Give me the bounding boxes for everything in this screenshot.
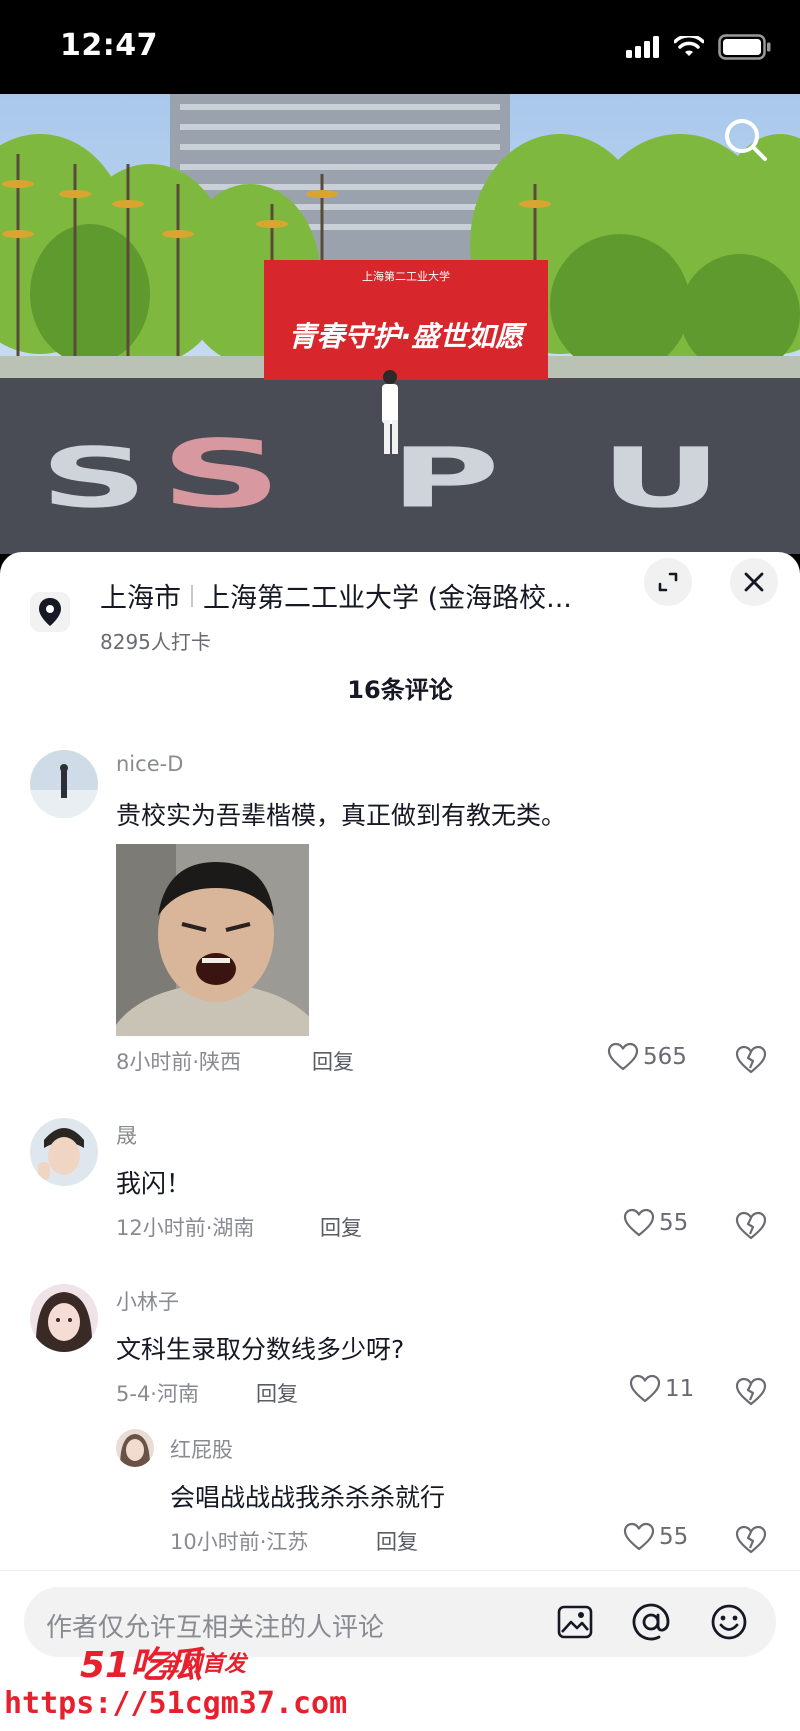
close-icon (744, 572, 764, 592)
reply-button[interactable]: 回复 (376, 1526, 418, 1556)
location-title: 上海市 上海第二工业大学 (金海路校... (100, 576, 572, 615)
svg-text:S: S (40, 430, 148, 526)
wifi-icon (674, 36, 704, 56)
close-button[interactable] (730, 558, 778, 606)
watermark-url: https://51cgm37.com (4, 1686, 348, 1721)
svg-text:青春守护·盛世如愿: 青春守护·盛世如愿 (289, 320, 528, 353)
comment-username[interactable]: nice-D (116, 752, 183, 776)
expand-icon (658, 572, 678, 592)
comment-count: 16条评论 (347, 676, 453, 704)
status-bar: 12:47 (0, 0, 800, 94)
status-time: 12:47 (60, 28, 158, 63)
signal-icon (626, 36, 659, 58)
like-count: 55 (659, 1524, 689, 1550)
status-icons (626, 34, 772, 60)
emoji-button[interactable] (708, 1601, 750, 1643)
comment-sheet: 上海市 上海第二工业大学 (金海路校... 8295人打卡 16条评论 nice (0, 552, 800, 1731)
comment-text: 我闪！ (116, 1169, 192, 1198)
comment-username[interactable]: 小林子 (116, 1286, 179, 1316)
svg-text:P: P (390, 430, 500, 526)
search-icon (725, 119, 767, 161)
like-button[interactable]: 55 (623, 1208, 688, 1238)
heart-icon (607, 1042, 639, 1071)
heart-icon (623, 1208, 655, 1237)
broken-heart-icon[interactable] (734, 1210, 768, 1242)
broken-heart-icon[interactable] (734, 1044, 768, 1076)
like-button[interactable]: 55 (623, 1522, 688, 1552)
battery-icon (718, 34, 771, 60)
like-count: 565 (643, 1044, 687, 1070)
comment-username[interactable]: 红屁股 (170, 1434, 233, 1464)
comment-text: 会唱战战战我杀杀杀就行 (170, 1483, 446, 1512)
like-button[interactable]: 11 (629, 1374, 694, 1404)
broken-heart-icon[interactable] (734, 1376, 768, 1408)
broken-heart-icon[interactable] (734, 1524, 768, 1556)
emoji-icon (711, 1604, 747, 1640)
comment-text: 文科生录取分数线多少呀? (116, 1335, 405, 1364)
expand-button[interactable] (644, 558, 692, 606)
comment-text: 贵校实为吾辈楷模，真正做到有教无类。 (116, 801, 567, 830)
comment-meta: 8小时前·陕西 (116, 1050, 242, 1074)
watermark: 51吃瓜 全网首发 https://51cgm37.com (0, 1630, 347, 1730)
mention-button[interactable] (630, 1601, 672, 1643)
comment-image[interactable] (116, 844, 309, 1036)
reply-button[interactable]: 回复 (256, 1378, 298, 1408)
location-city: 上海市 (100, 583, 181, 614)
comment-meta: 10小时前·江苏 (170, 1530, 309, 1554)
heart-icon (623, 1522, 655, 1551)
location-pin-icon (30, 592, 70, 632)
avatar[interactable] (116, 1429, 154, 1467)
svg-text:S: S (160, 421, 282, 529)
like-button[interactable]: 565 (607, 1042, 687, 1072)
avatar[interactable] (30, 1118, 98, 1186)
at-icon (632, 1603, 670, 1641)
reply-button[interactable]: 回复 (312, 1046, 354, 1076)
like-count: 11 (665, 1376, 695, 1402)
location-divider (191, 584, 193, 607)
video-player[interactable]: 上海第二工业大学 青春守护·盛世如愿 S S P U (0, 94, 800, 554)
image-button[interactable] (554, 1601, 596, 1643)
location-checkins: 8295人打卡 (100, 630, 211, 654)
comment-meta: 5-4·河南 (116, 1382, 199, 1406)
search-button[interactable] (718, 112, 774, 168)
heart-icon (629, 1374, 661, 1403)
watermark-slogan: 全网首发 (158, 1652, 247, 1677)
location-place: 上海第二工业大学 (金海路校... (203, 583, 572, 614)
reply-button[interactable]: 回复 (320, 1212, 362, 1242)
avatar[interactable] (30, 1284, 98, 1352)
svg-text:上海第二工业大学: 上海第二工业大学 (362, 269, 450, 283)
video-frame: 上海第二工业大学 青春守护·盛世如愿 S S P U (0, 94, 800, 554)
comment-username[interactable]: 晟 (116, 1120, 137, 1150)
comment-meta: 12小时前·湖南 (116, 1216, 255, 1240)
image-icon (557, 1605, 593, 1639)
avatar[interactable] (30, 750, 98, 818)
like-count: 55 (659, 1210, 689, 1236)
svg-text:U: U (600, 430, 722, 526)
